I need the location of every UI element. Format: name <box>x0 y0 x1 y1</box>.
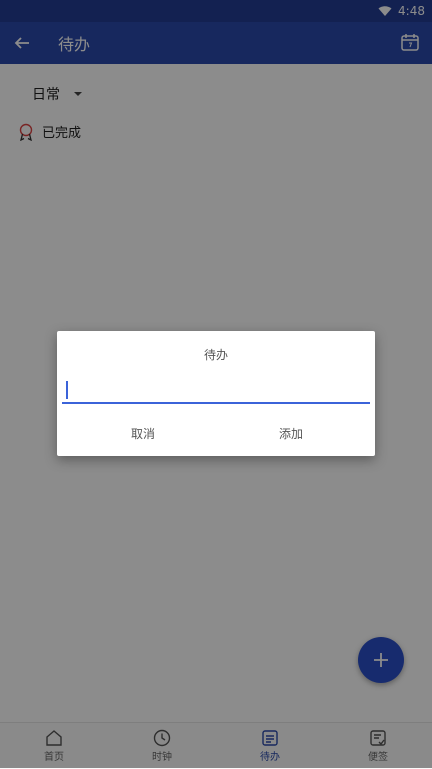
todo-input[interactable] <box>62 378 370 404</box>
add-button[interactable]: 添加 <box>279 425 303 442</box>
add-todo-dialog: 待办 取消 添加 <box>57 331 375 456</box>
text-cursor <box>66 381 68 399</box>
cancel-button[interactable]: 取消 <box>131 425 155 442</box>
dialog-title: 待办 <box>203 348 228 362</box>
